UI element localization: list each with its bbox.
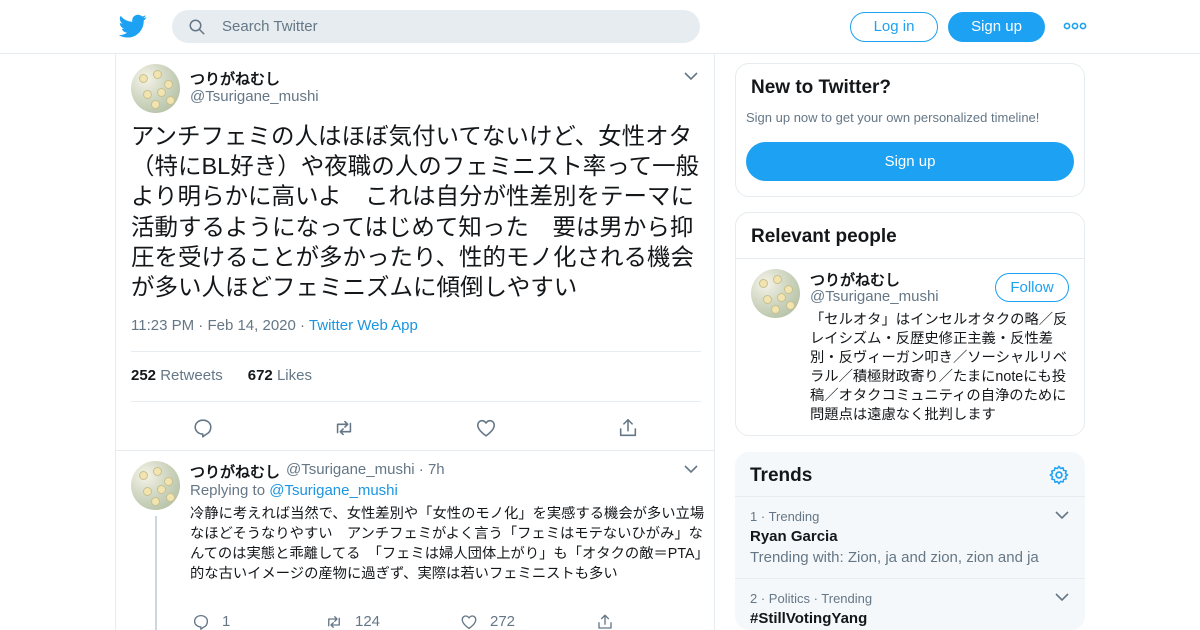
search-input[interactable]	[222, 10, 682, 43]
reply-icon[interactable]	[192, 417, 214, 439]
chevron-down-icon[interactable]	[684, 465, 698, 474]
tweet-author-name[interactable]: つりがねむし	[190, 68, 280, 89]
trend-name[interactable]: #StillVotingYang	[750, 610, 867, 627]
new-to-twitter-subtitle: Sign up now to get your own personalized…	[746, 110, 1040, 125]
trend-item[interactable]: 2 · Politics · Trending #StillVotingYang	[735, 579, 1085, 630]
reply-count: 1	[222, 613, 231, 630]
chevron-down-icon[interactable]	[1055, 593, 1069, 602]
trend-context: 2 · Politics · Trending	[750, 591, 873, 606]
likes-label[interactable]: Likes	[277, 367, 312, 384]
retweets-count[interactable]: 252	[131, 367, 156, 384]
new-to-twitter-title: New to Twitter?	[751, 77, 892, 98]
heart-icon	[461, 615, 477, 630]
divider	[116, 450, 714, 451]
top-navigation-bar: Log in Sign up	[0, 0, 1200, 54]
follow-button[interactable]: Follow	[995, 273, 1069, 302]
reply-share-button[interactable]	[596, 612, 620, 630]
reply-author-handle[interactable]: @Tsurigane_mushi · 7h	[286, 461, 445, 478]
tweet-text: アンチフェミの人はほぼ気付いてないけど、女性オタ（特にBL好き）や夜職の人のフェ…	[131, 123, 700, 301]
search-icon	[189, 19, 205, 35]
reply-retweet-button[interactable]: 124	[325, 612, 405, 630]
login-button[interactable]: Log in	[850, 12, 938, 42]
share-icon	[598, 614, 612, 629]
trends-title: Trends	[750, 465, 813, 486]
trends-card: Trends 1 · Trending Ryan Garcia Trending…	[735, 452, 1085, 630]
heart-icon[interactable]	[475, 417, 497, 439]
tweet-stats: 252 Retweets 672 Likes	[131, 367, 312, 384]
tweet-actions	[116, 417, 716, 439]
divider	[736, 258, 1084, 259]
reply-text: 冷静に考えれば当然で、女性差別や「女性のモノ化」を実感する機会が多い立場なほどそ…	[190, 506, 705, 582]
reply-age[interactable]: 7h	[428, 461, 445, 478]
trend-with: Trending with: Zion, ja and zion, zion a…	[750, 549, 1039, 566]
retweets-label[interactable]: Retweets	[160, 367, 223, 384]
gear-icon[interactable]	[1048, 464, 1070, 486]
reply-icon	[193, 614, 209, 630]
trend-item[interactable]: 1 · Trending Ryan Garcia Trending with: …	[735, 497, 1085, 578]
reply-actions: 1 124 272	[190, 612, 670, 630]
trend-context: 1 · Trending	[750, 509, 820, 524]
search-box[interactable]	[172, 10, 700, 43]
avatar[interactable]	[131, 64, 180, 113]
trend-name[interactable]: Ryan Garcia	[750, 528, 838, 545]
signup-button[interactable]: Sign up	[948, 12, 1045, 42]
replying-to-link[interactable]: @Tsurigane_mushi	[269, 482, 398, 499]
tweet-author-handle[interactable]: @Tsurigane_mushi	[190, 88, 319, 105]
tweet-source-link[interactable]: Twitter Web App	[309, 317, 418, 334]
avatar[interactable]	[751, 269, 800, 318]
person-handle[interactable]: @Tsurigane_mushi	[810, 288, 939, 305]
person-name[interactable]: つりがねむし	[810, 269, 900, 290]
person-bio: 「セルオタ」はインセルオタクの略／反レイシズム・反歴史修正主義・反性差別・反ヴィ…	[810, 312, 1068, 423]
likes-count[interactable]: 672	[248, 367, 273, 384]
chevron-down-icon[interactable]	[1055, 511, 1069, 520]
more-dots-icon[interactable]	[1063, 20, 1087, 32]
reply-author-name[interactable]: つりがねむし	[190, 461, 280, 482]
replying-to: Replying to @Tsurigane_mushi	[190, 482, 398, 499]
divider	[131, 351, 701, 352]
tweet-time: 11:23 PM	[131, 317, 195, 334]
retweet-icon[interactable]	[333, 417, 355, 439]
tweet-timestamp[interactable]: 11:23 PM · Feb 14, 2020 · Twitter Web Ap…	[131, 317, 418, 334]
reply-reply-button[interactable]: 1	[192, 612, 252, 630]
chevron-down-icon[interactable]	[684, 72, 698, 81]
new-to-twitter-card: New to Twitter? Sign up now to get your …	[735, 63, 1085, 197]
like-count: 272	[490, 613, 516, 630]
signup-button[interactable]: Sign up	[746, 142, 1074, 181]
divider	[131, 401, 701, 402]
twitter-bird-icon[interactable]	[118, 12, 148, 40]
retweet-icon	[328, 616, 340, 628]
thread-line	[155, 516, 157, 630]
tweet-column: つりがねむし @Tsurigane_mushi アンチフェミの人はほぼ気付いてな…	[115, 54, 715, 630]
share-icon[interactable]	[617, 417, 639, 439]
reply-like-button[interactable]: 272	[460, 612, 540, 630]
relevant-people-card: Relevant people つりがねむし @Tsurigane_mushi …	[735, 212, 1085, 436]
tweet-date: Feb 14, 2020	[207, 317, 296, 334]
avatar[interactable]	[131, 461, 180, 510]
relevant-people-title: Relevant people	[751, 226, 897, 247]
retweet-count: 124	[355, 613, 381, 630]
